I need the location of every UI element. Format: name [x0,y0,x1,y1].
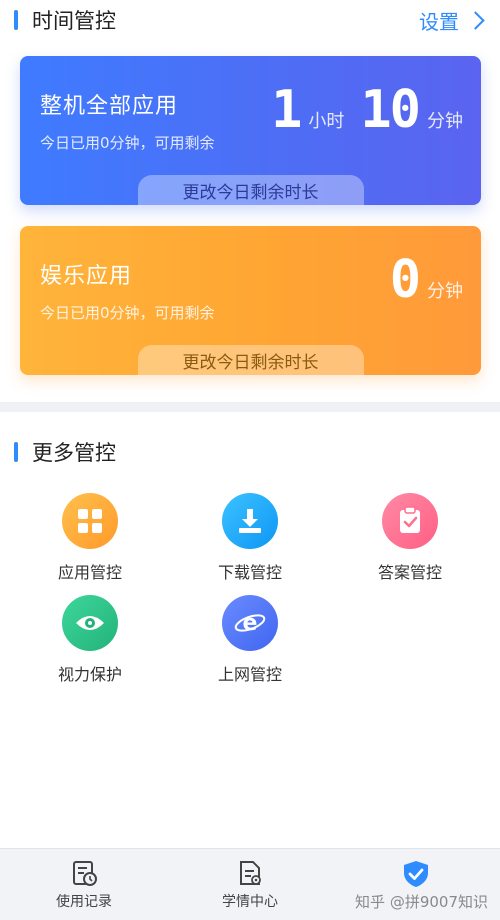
item-label: 应用管控 [57,563,122,582]
card-title: 娱乐应用 [40,264,133,289]
card-usage-text: 今日已用0分钟，可用剩余 [40,304,215,322]
settings-label: 设置 [419,9,459,34]
nav-study-center[interactable]: 学情中心 [180,859,320,911]
nav-label: 学情中心 [222,894,278,910]
download-icon [222,493,278,549]
watermark: 知乎 @拼9007知识 [355,893,488,911]
minutes-value: 10 [360,80,421,140]
settings-button[interactable]: 设置 [419,6,485,35]
download-control-item[interactable]: 下载管控 [190,493,310,583]
browser-e-icon: e [222,595,278,651]
item-label: 答案管控 [377,563,442,582]
eye-icon [62,595,118,651]
remaining-time: 1 小时 10 分钟 [271,84,463,136]
page-title: 时间管控 [32,9,116,33]
answer-control-item[interactable]: 答案管控 [350,493,470,583]
item-label: 上网管控 [217,665,282,684]
clipboard-check-icon [382,493,438,549]
nav-control-center[interactable] [346,859,486,893]
card-usage-text: 今日已用0分钟，可用剩余 [40,134,215,152]
change-remaining-time-button[interactable]: 更改今日剩余时长 [137,345,364,375]
minutes-unit: 分钟 [427,281,463,302]
app-control-item[interactable]: 应用管控 [30,493,150,583]
section-accent-bar [14,10,18,30]
svg-text:e: e [243,611,258,636]
item-label: 下载管控 [217,563,282,582]
section-title: 更多管控 [32,441,116,465]
study-report-icon [240,861,261,885]
item-label: 视力保护 [57,665,122,684]
minutes-unit: 分钟 [427,111,463,132]
chevron-right-icon [466,10,485,30]
eye-protection-item[interactable]: 视力保护 [30,595,150,685]
nav-label: 使用记录 [56,894,112,910]
app-grid-icon [62,493,118,549]
time-control-header: 时间管控 设置 [0,0,500,40]
entertainment-apps-card: 娱乐应用 今日已用0分钟，可用剩余 0 分钟 更改今日剩余时长 [20,226,481,375]
nav-usage-record[interactable]: 使用记录 [14,859,154,911]
hours-unit: 小时 [308,111,345,132]
remaining-time: 0 分钟 [390,254,463,306]
internet-control-item[interactable]: e 上网管控 [190,595,310,685]
all-apps-card: 整机全部应用 今日已用0分钟，可用剩余 1 小时 10 分钟 更改今日剩余时长 [20,56,481,205]
shield-check-icon [404,861,428,887]
bottom-nav: 使用记录 学情中心 知乎 @拼9007知识 [0,848,500,920]
more-controls-header: 更多管控 [0,432,500,472]
record-icon [73,861,97,886]
section-divider [0,402,500,412]
section-accent-bar [14,442,18,462]
card-title: 整机全部应用 [40,94,179,119]
hours-value: 1 [271,80,302,140]
minutes-value: 0 [389,250,421,310]
change-remaining-time-button[interactable]: 更改今日剩余时长 [137,175,364,205]
